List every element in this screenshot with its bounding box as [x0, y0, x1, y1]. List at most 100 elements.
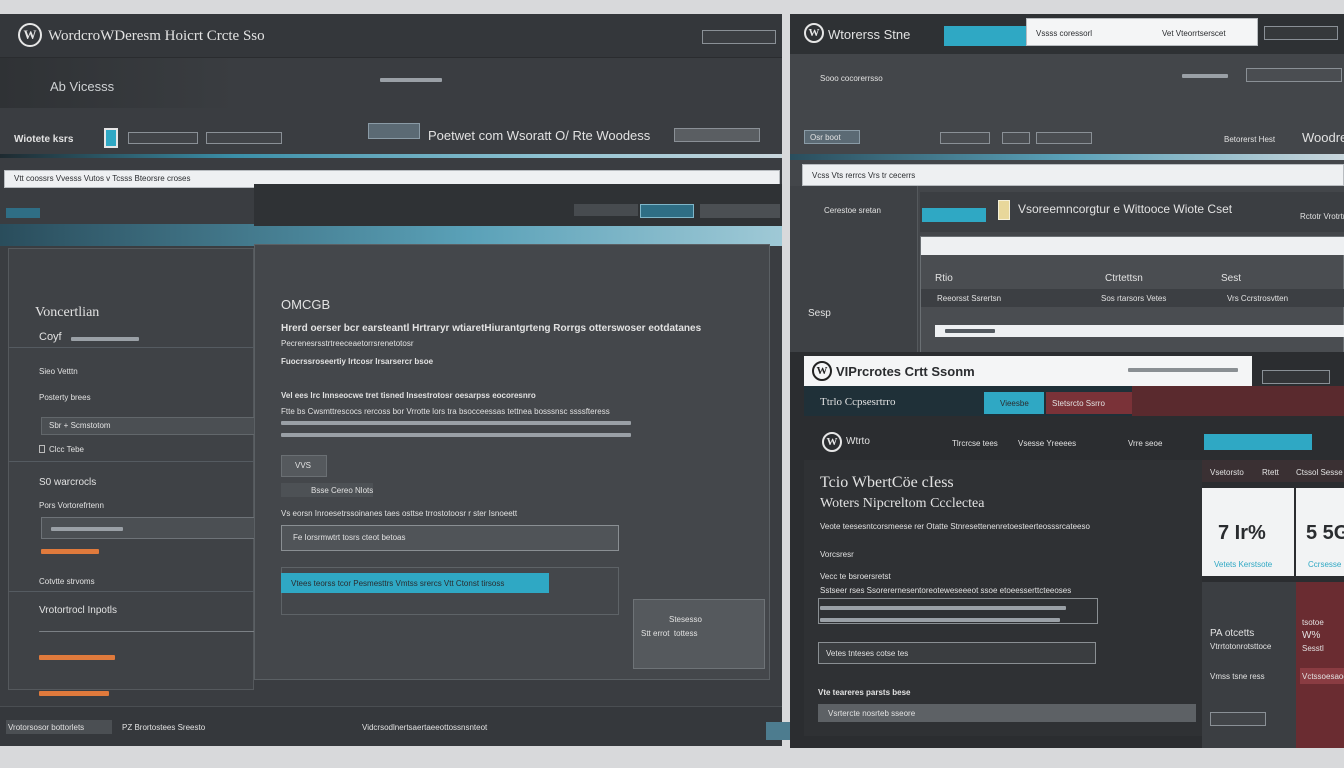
rb-nav-item[interactable]: Vsesse Yreeees [1018, 439, 1076, 448]
rb-title: VIPrcrotes Crtt Ssonm [836, 364, 975, 379]
left-footer-left: Vrotorsosor bottorlets [8, 723, 85, 732]
sidebar-divider-2 [9, 461, 255, 462]
left-mobile-icon[interactable] [104, 128, 118, 148]
left-toolbar-field-2[interactable] [206, 132, 282, 144]
rt-headline-chip[interactable] [922, 208, 986, 222]
rb-nav-item[interactable]: Vrre seoe [1128, 439, 1162, 448]
rb-red-btn-label: Vctssoesaoe [1302, 672, 1344, 681]
left-footer-center: Vidcrsodlnertsaertaeeottossnsnteot [362, 723, 488, 732]
sidebar-orange-bar-2 [39, 655, 115, 660]
rt-table-row-bar [945, 329, 995, 333]
rt-toolbar-field-2[interactable] [1002, 132, 1030, 144]
sidebar-divider-1 [9, 347, 255, 348]
rt-toolbar-field-3[interactable] [1036, 132, 1092, 144]
rb-stat-tab[interactable]: Vsetorsto [1210, 468, 1244, 477]
left-nav-stub [380, 78, 442, 82]
rb-login-box[interactable] [1262, 370, 1330, 384]
rb-nav-search[interactable] [1204, 434, 1312, 450]
main-field-label: Bsse Cereo Nlots [311, 486, 374, 495]
rt-nav-right: Woodre [1302, 130, 1344, 145]
sidebar-item[interactable]: Sieo Vetttn [39, 367, 78, 376]
main-label: OMCGB [281, 297, 331, 312]
left-toolbar-field-3[interactable] [674, 128, 760, 142]
main-lead: Hrerd oerser bcr earsteantl Hrtraryr wti… [281, 323, 702, 334]
sidebar-item[interactable]: Clcc Tebe [49, 445, 84, 454]
main-card-sub: Stesesso [669, 615, 702, 624]
rt-accent-button[interactable] [944, 26, 1026, 46]
window-gap-accent [766, 722, 790, 740]
sidebar-divider-3 [9, 591, 255, 592]
rt-nav-field[interactable] [1246, 68, 1342, 82]
main-para-line-2 [281, 421, 631, 425]
rb-hero-title: Tcio WbertCöe cIess [820, 474, 954, 491]
rb-tab-red-band [1132, 386, 1344, 416]
rt-side-label: Rctotr Vrotrtrrs [1300, 212, 1344, 221]
rt-list-item[interactable]: Cerestoe sretan [824, 206, 881, 215]
sidebar-orange-bar-1 [41, 549, 99, 554]
rt-toolbar-field-1[interactable] [940, 132, 990, 144]
rb-footer-label: Vte teareres parsts bese [818, 688, 911, 697]
left-main-tab-1[interactable] [574, 204, 638, 216]
main-lead2: Pecrenesrsstrtreeceaetorrsrenetotosr [281, 339, 414, 348]
rb-footer-btn-label: Vsrtercte nosrteb sseore [828, 709, 916, 718]
rb-hero-sub: Woters Nipcreltom Ccclectea [820, 496, 985, 511]
wordpress-logo-icon: W [812, 361, 832, 381]
sidebar-item: Sbr + Scmstotom [49, 421, 111, 430]
rb-field-value: Vetes tnteses cotse tes [826, 649, 909, 658]
left-teal-chip[interactable] [6, 208, 40, 218]
rb-stat-tab[interactable]: Rtett [1262, 468, 1279, 477]
rb-label2: Vecc te bsroersretst [820, 572, 891, 581]
rt-table-cell: Sos rtarsors Vetes [1101, 294, 1167, 303]
left-toolbar-button[interactable] [368, 123, 420, 139]
rb-tab-left[interactable]: Ttrlo Ccpsesrtrro [820, 396, 895, 408]
rb-red-sub: Sesstl [1302, 644, 1324, 653]
main-input-value: Fe Iorsrmwtrt tosrs cteot betoas [293, 533, 406, 542]
rb-red-value: W% [1302, 630, 1321, 641]
left-accent-strip [0, 154, 782, 158]
sidebar-checkbox[interactable] [39, 445, 45, 453]
wordpress-logo-icon: W [804, 23, 824, 43]
rt-nav-left[interactable]: Sooo cocorerrsso [820, 74, 883, 83]
table-row[interactable] [935, 325, 1344, 337]
rb-side-caption: Vmss tsne ress [1210, 672, 1265, 681]
main-line3: Fuocrssroseertiy Irtcosr Irsarsercr bsoe [281, 357, 434, 366]
wordpress-logo-icon: W [822, 432, 842, 452]
left-headline: Poetwet com Wsoratt O/ Rte Woodess [428, 128, 651, 143]
left-main-tab-3[interactable] [700, 204, 780, 218]
rb-textarea-line-2 [820, 618, 1060, 622]
sidebar-sub: Coyf [39, 331, 62, 343]
left-subtitle: Ab Vicesss [50, 79, 115, 94]
sidebar-heading: Voncertlian [35, 305, 100, 320]
left-window: W WordcroWDeresm Hoicrt Crcte Sso Ab Vic… [0, 14, 782, 746]
left-main-tab-2[interactable] [640, 204, 694, 218]
rt-table-col: Sest [1221, 273, 1242, 284]
rb-textarea-line-1 [820, 606, 1066, 610]
rb-side-sub: Vtrrtotonrotsttoce [1210, 642, 1272, 651]
left-search-box[interactable] [702, 30, 776, 44]
rt-search-value: Vssss coressorl [1036, 29, 1093, 38]
main-cta-label: Vtees teorss tcor Pesmesttrs Vmtss srerc… [291, 579, 505, 588]
sidebar-sub-bar [71, 337, 139, 341]
rt-list-item[interactable]: Sesp [808, 308, 831, 319]
left-toolbar-field-1[interactable] [128, 132, 198, 144]
sidebar-item[interactable]: Vrotortrocl Inpotls [39, 605, 117, 616]
sidebar-item[interactable]: Posterty brees [39, 393, 91, 402]
rb-side-button[interactable] [1210, 712, 1266, 726]
rb-nav-item[interactable]: Tlrcrcse tees [952, 439, 998, 448]
rb-brand: Wtrto [846, 436, 870, 447]
main-para-title: Vel ees lrc Innseocwe tret tisned Insest… [281, 391, 536, 400]
sidebar-item[interactable]: Pors Vortorefrtenn [39, 501, 104, 510]
rb-stat1-label: Vetets Kerstsote [1214, 560, 1273, 569]
main-para-line-3 [281, 433, 631, 437]
rt-headline: Vsoreemncorgtur e Wittooce Wiote Cset [1018, 202, 1233, 216]
left-teal-band [0, 224, 782, 246]
sidebar-item[interactable]: Cotvtte strvoms [39, 577, 95, 586]
rt-phone-icon [998, 200, 1010, 220]
rb-stat-tab[interactable]: Ctssol Sesse [1296, 468, 1343, 477]
rt-nav-prefix: Betorerst Hest [1224, 135, 1276, 144]
rb-stat2-label: Ccrsesse [1308, 560, 1342, 569]
sidebar-item[interactable]: S0 warcrocls [39, 477, 96, 488]
rt-search-button[interactable]: Vet Vteorrtserscet [1162, 29, 1226, 38]
rt-login-box[interactable] [1264, 26, 1338, 40]
rt-table-header-band [921, 237, 1344, 255]
